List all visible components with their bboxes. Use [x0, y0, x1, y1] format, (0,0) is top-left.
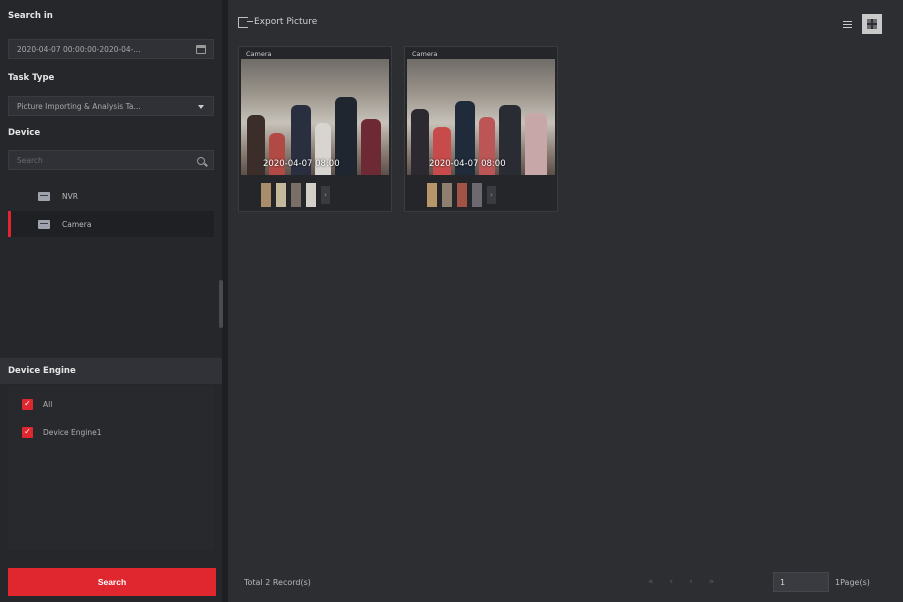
last-page-button[interactable]: » — [709, 577, 715, 587]
export-picture-button[interactable]: Export Picture — [254, 17, 317, 27]
next-page-button[interactable]: › — [689, 577, 693, 587]
toolbar: Export Picture — [228, 8, 903, 36]
engine-option-label: All — [43, 399, 53, 409]
page-number-input[interactable] — [773, 572, 829, 592]
grid-view-icon — [867, 19, 877, 29]
device-engine-header: Device Engine — [0, 358, 222, 384]
result-card[interactable]: Camera 2020-04-07 08:00 › — [404, 46, 558, 212]
device-search-input[interactable]: Search — [8, 150, 214, 170]
list-view-toggle[interactable] — [837, 14, 857, 34]
task-type-label: Task Type — [8, 73, 55, 83]
pager-controls: « ‹ › » — [648, 577, 714, 587]
thumbnail[interactable] — [306, 183, 316, 207]
card-thumbnails: › — [407, 181, 555, 209]
time-range-field[interactable]: 2020-04-07 00:00:00-2020-04-... — [8, 39, 214, 59]
card-camera-label: Camera — [246, 50, 272, 58]
panel-splitter-handle[interactable] — [219, 280, 223, 328]
task-type-select[interactable]: Picture Importing & Analysis Ta... — [8, 96, 214, 116]
device-item-camera[interactable]: Camera — [8, 211, 214, 237]
time-range-value: 2020-04-07 00:00:00-2020-04-... — [17, 44, 141, 54]
card-photo[interactable]: 2020-04-07 08:00 — [241, 59, 389, 175]
grid-view-toggle[interactable] — [862, 14, 882, 34]
thumbnail[interactable] — [276, 183, 286, 207]
thumbnail[interactable] — [457, 183, 467, 207]
card-camera-label: Camera — [412, 50, 438, 58]
page-count: 1Page(s) — [835, 577, 870, 587]
chevron-right-icon[interactable]: › — [487, 186, 496, 204]
device-item-label: NVR — [62, 191, 78, 201]
checkbox-checked-icon[interactable]: ✓ — [22, 426, 33, 438]
card-thumbnails: › — [241, 181, 389, 209]
chevron-right-icon[interactable]: › — [321, 186, 330, 204]
device-engine-label: Device Engine — [8, 366, 76, 376]
device-label: Device — [8, 128, 41, 138]
result-card[interactable]: Camera 2020-04-07 08:00 › — [238, 46, 392, 212]
thumbnail[interactable] — [442, 183, 452, 207]
thumbnail[interactable] — [261, 183, 271, 207]
search-button[interactable]: Search — [8, 568, 216, 596]
prev-page-button[interactable]: ‹ — [670, 577, 674, 587]
device-icon — [38, 219, 50, 229]
search-in-label: Search in — [8, 11, 53, 21]
card-photo[interactable]: 2020-04-07 08:00 — [407, 59, 555, 175]
checkbox-checked-icon[interactable]: ✓ — [22, 398, 33, 410]
thumbnail[interactable] — [427, 183, 437, 207]
sidebar: Search in 2020-04-07 00:00:00-2020-04-..… — [0, 0, 222, 602]
device-icon — [38, 191, 50, 201]
device-search-placeholder: Search — [17, 155, 43, 165]
card-timestamp: 2020-04-07 08:00 — [263, 159, 340, 169]
card-timestamp: 2020-04-07 08:00 — [429, 159, 506, 169]
export-icon[interactable] — [238, 16, 253, 28]
thumbnail[interactable] — [291, 183, 301, 207]
total-records: Total 2 Record(s) — [244, 577, 311, 587]
pagination-bar: Total 2 Record(s) « ‹ › » 1Page(s) — [228, 566, 903, 598]
device-item-label: Camera — [62, 219, 92, 229]
first-page-button[interactable]: « — [648, 577, 654, 587]
engine-option-device-engine1[interactable]: ✓ Device Engine1 — [22, 425, 102, 439]
caret-down-icon — [195, 101, 206, 112]
engine-option-all[interactable]: ✓ All — [22, 397, 52, 411]
main-panel: Export Picture Camera 2020-04-07 08:00 ›… — [228, 0, 903, 602]
calendar-icon[interactable] — [195, 44, 206, 55]
thumbnail[interactable] — [472, 183, 482, 207]
device-item-nvr[interactable]: NVR — [8, 183, 214, 209]
list-view-icon — [842, 20, 852, 28]
engine-option-label: Device Engine1 — [43, 427, 102, 437]
task-type-value: Picture Importing & Analysis Ta... — [17, 101, 141, 111]
search-icon[interactable] — [195, 155, 206, 166]
